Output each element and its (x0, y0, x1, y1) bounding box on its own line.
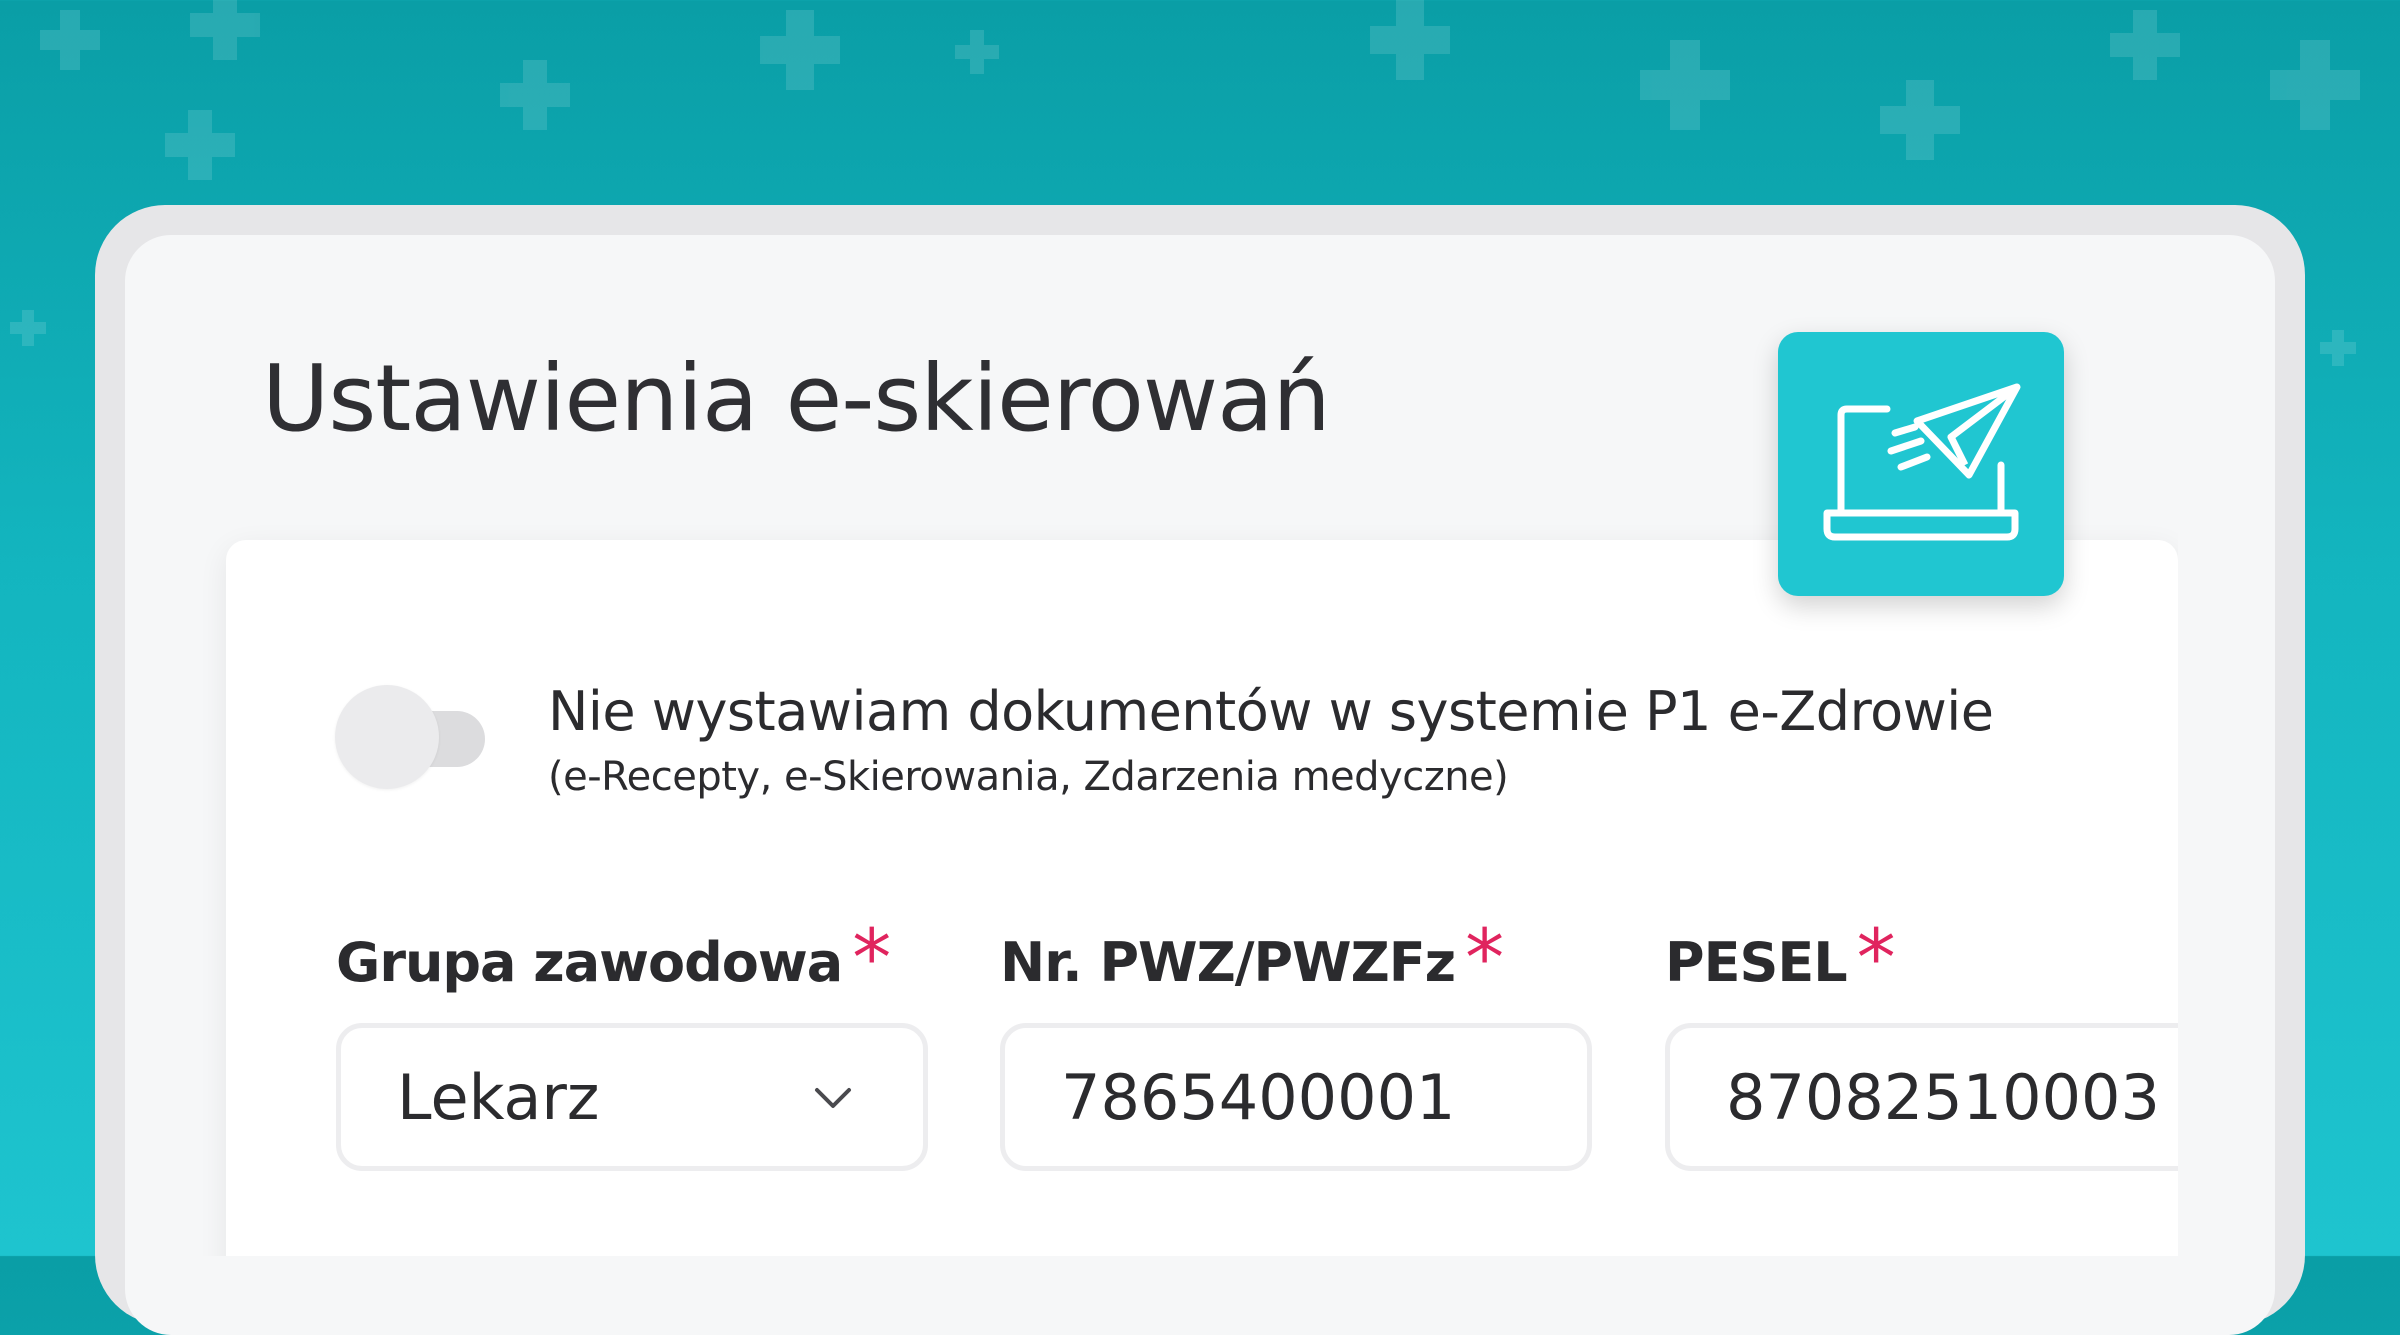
p1-ezdrowie-toggle[interactable] (335, 685, 487, 789)
pwz-number-label: Nr. PWZ/PWZFz * (1000, 910, 1504, 1004)
professional-group-label-text: Grupa zawodowa (336, 931, 843, 994)
toggle-text: Nie wystawiam dokumentów w systemie P1 e… (548, 672, 1994, 802)
required-asterisk: * (852, 914, 891, 1004)
required-asterisk: * (1856, 914, 1896, 1004)
pwz-number-value: 7865400001 (1061, 1060, 1456, 1134)
professional-group-select[interactable]: Lekarz (336, 1023, 928, 1171)
pesel-input[interactable]: 87082510003 (1665, 1023, 2178, 1171)
toggle-sublabel: (e-Recepty, e-Skierowania, Zdarzenia med… (548, 754, 1509, 800)
background-plus-icon (2320, 330, 2356, 366)
background-plus-icon (2270, 40, 2360, 130)
pesel-label: PESEL * (1665, 910, 1896, 1004)
professional-group-value: Lekarz (397, 1060, 600, 1134)
toggle-label: Nie wystawiam dokumentów w systemie P1 e… (548, 680, 1994, 743)
pwz-number-input[interactable]: 7865400001 (1000, 1023, 1592, 1171)
pesel-label-text: PESEL (1665, 931, 1848, 994)
chevron-down-icon (815, 1088, 851, 1108)
pwz-number-label-text: Nr. PWZ/PWZFz (1000, 931, 1456, 994)
laptop-send-icon (1823, 383, 2021, 541)
e-referral-badge (1778, 332, 2064, 596)
pesel-value: 87082510003 (1726, 1060, 2160, 1134)
required-asterisk: * (1465, 914, 1504, 1004)
content-clip: Nie wystawiam dokumentów w systemie P1 e… (0, 0, 2178, 1256)
toggle-knob (335, 685, 439, 789)
professional-group-label: Grupa zawodowa * (336, 910, 891, 1004)
